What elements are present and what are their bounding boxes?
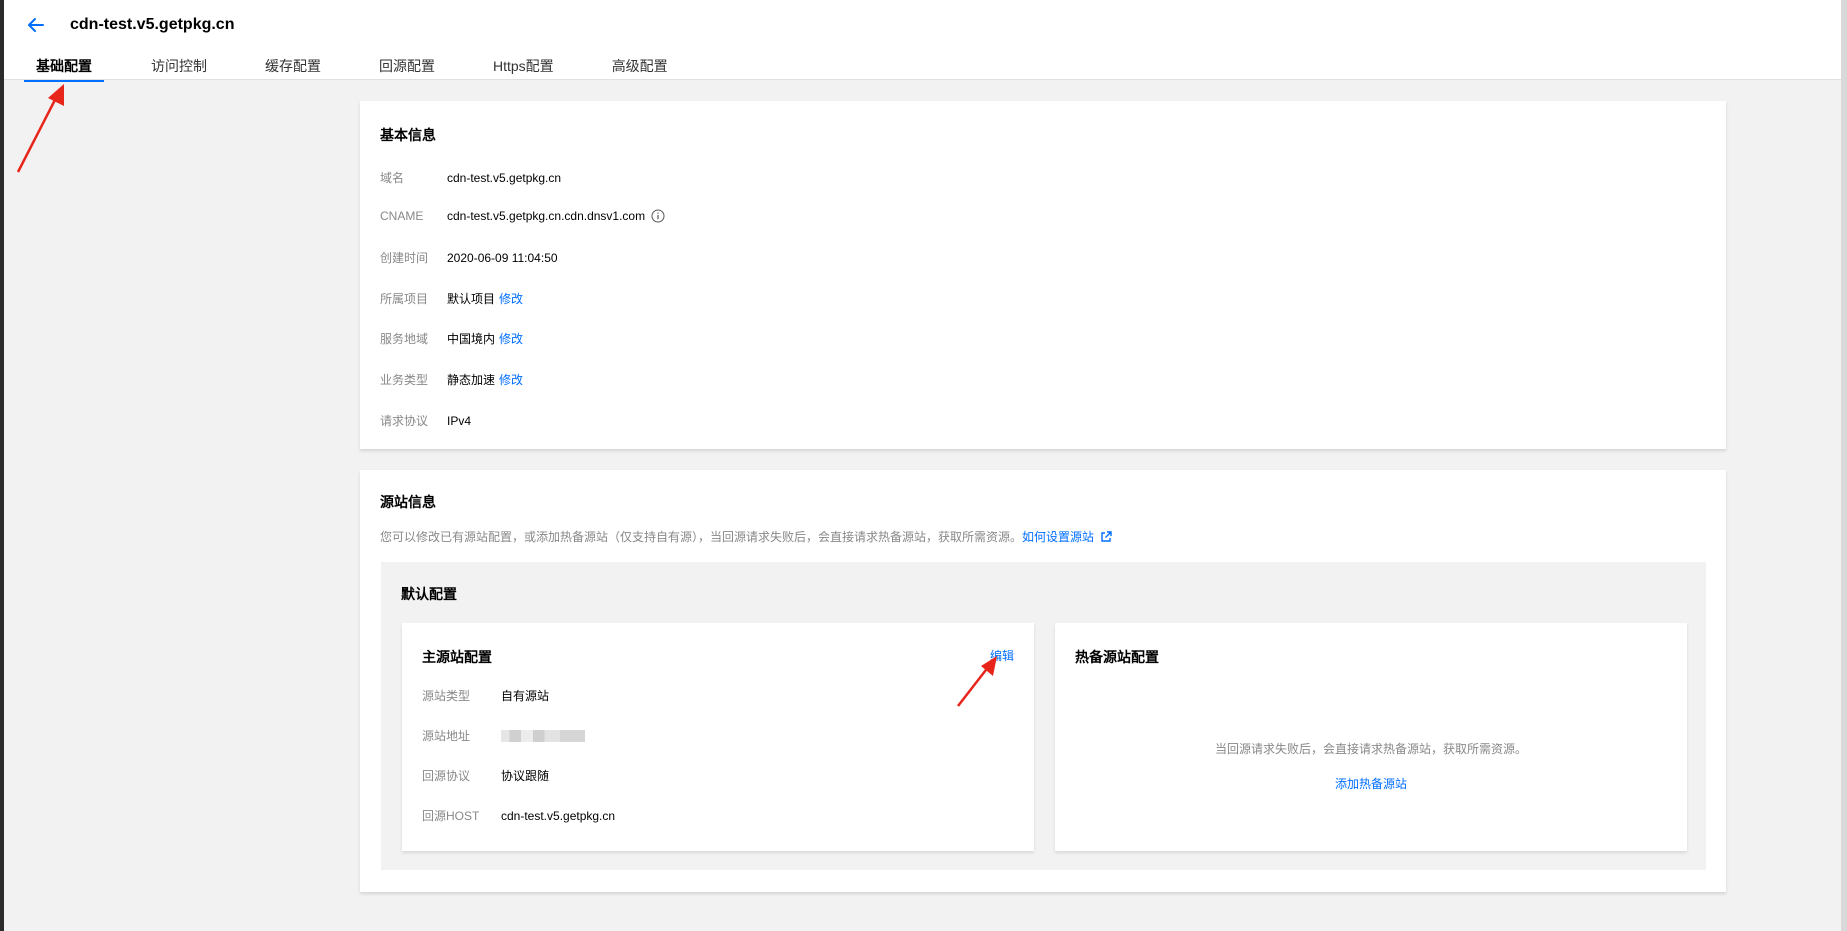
row-value: 2020-06-09 11:04:50 <box>447 250 558 265</box>
origin-info-card: 源站信息 您可以修改已有源站配置，或添加热备源站（仅支持自有源），当回源请求失败… <box>360 470 1726 892</box>
back-arrow-icon[interactable] <box>24 13 48 37</box>
page-title: cdn-test.v5.getpkg.cn <box>70 16 235 33</box>
masked-address <box>501 729 585 742</box>
row-label: 请求协议 <box>380 414 429 428</box>
row-value: cdn-test.v5.getpkg.cn <box>447 170 562 185</box>
origin-info-title: 源站信息 <box>380 494 436 510</box>
basic-info-title: 基本信息 <box>380 127 436 143</box>
row-label: 所属项目 <box>380 292 429 306</box>
scrollbar-track[interactable] <box>1841 0 1847 931</box>
row-value: IPv4 <box>447 413 472 428</box>
external-link-icon[interactable] <box>1100 530 1112 543</box>
row-value: 协议跟随 <box>501 769 550 783</box>
row-domain: 域名 cdn-test.v5.getpkg.cn <box>380 169 561 186</box>
backup-origin-card: 热备源站配置 当回源请求失败后，会直接请求热备源站，获取所需资源。 添加热备源站 <box>1055 623 1687 851</box>
tab-bar: 基础配置 访问控制 缓存配置 回源配置 Https配置 高级配置 <box>24 56 715 82</box>
backup-origin-title: 热备源站配置 <box>1075 649 1159 665</box>
row-value: 默认项目 <box>447 292 496 306</box>
row-business-type: 业务类型 静态加速 修改 <box>380 371 523 388</box>
add-backup-origin-link[interactable]: 添加热备源站 <box>1335 777 1407 791</box>
row-value: cdn-test.v5.getpkg.cn.cdn.dnsv1.com <box>447 209 646 223</box>
row-label: CNAME <box>380 209 424 223</box>
primary-origin-card: 主源站配置 编辑 源站类型 自有源站 源站地址 回源协议 协议跟随 回源HOST… <box>402 623 1034 851</box>
row-value: 自有源站 <box>501 689 550 703</box>
modify-region-link[interactable]: 修改 <box>499 330 523 347</box>
annotation-arrow-icon <box>16 84 64 173</box>
tab-https-config[interactable]: Https配置 <box>482 56 565 80</box>
row-origin-address: 源站地址 <box>422 727 585 744</box>
row-label: 业务类型 <box>380 373 429 387</box>
origin-desc-text: 您可以修改已有源站配置，或添加热备源站（仅支持自有源），当回源请求失败后，会直接… <box>380 530 1023 544</box>
row-service-region: 服务地域 中国境内 修改 <box>380 330 523 347</box>
default-config-title: 默认配置 <box>401 586 457 602</box>
tab-cache-config[interactable]: 缓存配置 <box>254 56 332 80</box>
row-value: cdn-test.v5.getpkg.cn <box>501 808 616 823</box>
row-label: 源站类型 <box>422 689 471 703</box>
tab-access-control[interactable]: 访问控制 <box>140 56 218 80</box>
basic-info-card: 基本信息 域名 cdn-test.v5.getpkg.cn CNAME cdn-… <box>360 101 1726 449</box>
modify-business-type-link[interactable]: 修改 <box>499 371 523 388</box>
row-cname: CNAME cdn-test.v5.getpkg.cn.cdn.dnsv1.co… <box>380 209 665 223</box>
page-header: cdn-test.v5.getpkg.cn 基础配置 访问控制 缓存配置 回源配… <box>4 0 1841 82</box>
row-label: 域名 <box>380 171 405 185</box>
row-label: 源站地址 <box>422 729 471 743</box>
tab-basic-config[interactable]: 基础配置 <box>24 56 104 82</box>
window-left-edge <box>0 0 4 931</box>
edit-button[interactable]: 编辑 <box>990 647 1014 664</box>
tab-advanced-config[interactable]: 高级配置 <box>601 56 679 80</box>
row-label: 回源HOST <box>422 809 480 823</box>
info-icon[interactable] <box>651 209 665 223</box>
row-label: 创建时间 <box>380 251 429 265</box>
modify-project-link[interactable]: 修改 <box>499 290 523 307</box>
primary-origin-title: 主源站配置 <box>422 649 492 665</box>
row-origin-type: 源站类型 自有源站 <box>422 687 549 704</box>
row-origin-host: 回源HOST cdn-test.v5.getpkg.cn <box>422 807 615 824</box>
row-request-protocol: 请求协议 IPv4 <box>380 412 471 429</box>
row-value: 静态加速 <box>447 373 496 387</box>
default-config-box: 默认配置 主源站配置 编辑 源站类型 自有源站 源站地址 回源协议 协议跟随 回… <box>381 562 1706 870</box>
row-created-time: 创建时间 2020-06-09 11:04:50 <box>380 249 558 266</box>
row-origin-protocol: 回源协议 协议跟随 <box>422 767 549 784</box>
backup-empty-text: 当回源请求失败后，会直接请求热备源站，获取所需资源。 <box>1214 742 1527 756</box>
tab-origin-pull-config[interactable]: 回源配置 <box>368 56 446 80</box>
row-value: 中国境内 <box>447 332 496 346</box>
how-to-set-origin-link[interactable]: 如何设置源站 <box>1022 528 1094 545</box>
row-label: 服务地域 <box>380 332 429 346</box>
row-project: 所属项目 默认项目 修改 <box>380 290 523 307</box>
origin-description: 您可以修改已有源站配置，或添加热备源站（仅支持自有源），当回源请求失败后，会直接… <box>380 528 1112 545</box>
row-label: 回源协议 <box>422 769 471 783</box>
